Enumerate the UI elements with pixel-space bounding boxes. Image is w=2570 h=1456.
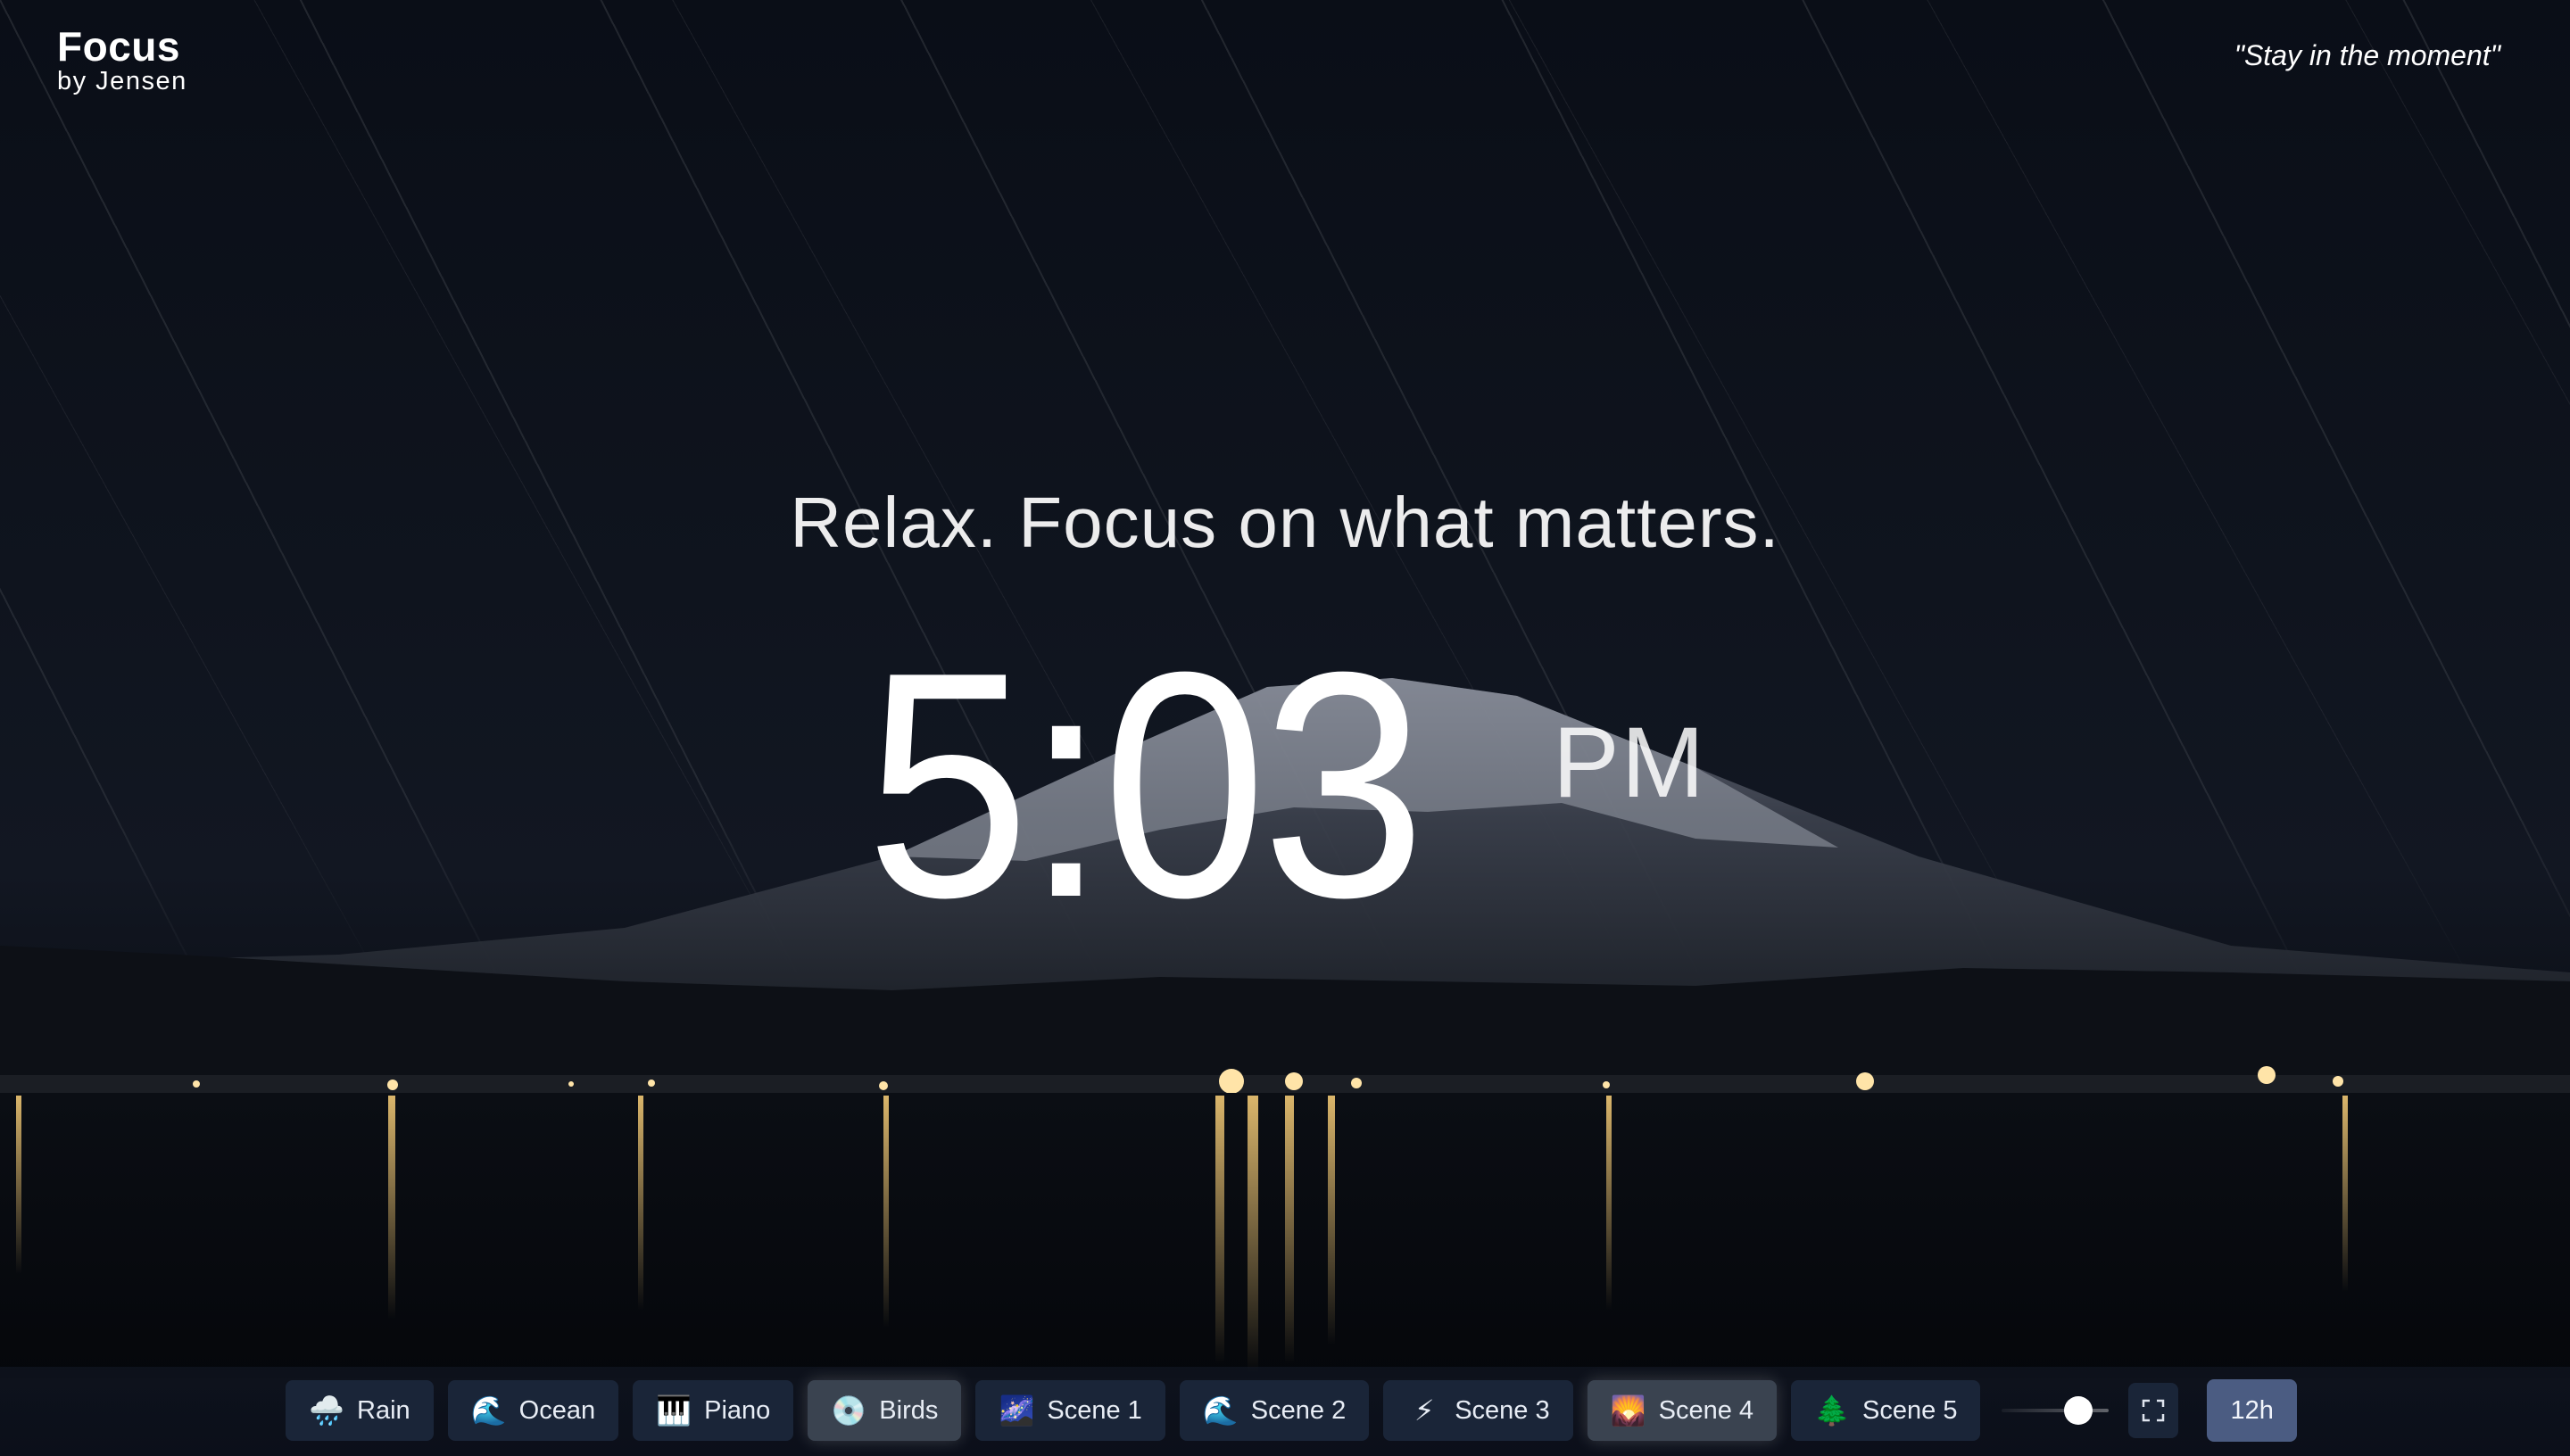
volume-slider[interactable] [2002,1379,2110,1442]
birds-button[interactable]: 💿 Birds [808,1380,962,1441]
wave-icon: 🌊 [470,1394,507,1427]
time-format-button[interactable]: 12h [2207,1379,2297,1442]
focus-app: Focus by Jensen "Stay in the moment" Rel… [0,0,2570,1456]
birds-label: Birds [879,1395,939,1425]
lightning-icon: ⚡ [1414,1394,1435,1427]
brand-subtitle: by Jensen [57,67,187,95]
night-sky-icon: 🌌 [999,1394,1035,1427]
brand-title: Focus [57,23,180,70]
scene-1-label: Scene 1 [1047,1395,1142,1425]
scene-2-button[interactable]: 🌊 Scene 2 [1179,1380,1370,1441]
brand: Focus by Jensen [57,23,187,95]
fullscreen-icon [2143,1399,2165,1422]
scene-5-label: Scene 5 [1862,1395,1958,1425]
scene-3-label: Scene 3 [1455,1395,1550,1425]
volume-knob[interactable] [2064,1396,2093,1425]
scene-1-button[interactable]: 🌌 Scene 1 [975,1380,1165,1441]
piano-icon: 🎹 [656,1394,692,1427]
rain-button[interactable]: 🌧️ Rain [286,1380,434,1441]
piano-button[interactable]: 🎹 Piano [633,1380,794,1441]
ocean-label: Ocean [518,1395,596,1425]
tree-icon: 🌲 [1814,1394,1850,1427]
ocean-button[interactable]: 🌊 Ocean [447,1380,619,1441]
scene-5-button[interactable]: 🌲 Scene 5 [1791,1380,1981,1441]
clock-time: 5:03 [866,606,1426,964]
rain-cloud-icon: 🌧️ [309,1394,344,1427]
rain-label: Rain [357,1395,410,1425]
volume-track [2002,1409,2110,1412]
scene-3-button[interactable]: ⚡ Scene 3 [1383,1380,1573,1441]
sunset-icon: 🌄 [1610,1394,1646,1427]
scene-4-label: Scene 4 [1658,1395,1754,1425]
clock-ampm: PM [1553,707,1706,818]
shoreline [0,1075,2570,1095]
clock: 5:03 PM [866,606,1704,964]
scene-2-label: Scene 2 [1250,1395,1347,1425]
scene-4-button[interactable]: 🌄 Scene 4 [1587,1380,1778,1441]
wave-icon: 🌊 [1202,1394,1239,1427]
piano-label: Piano [704,1395,771,1425]
headline: Relax. Focus on what matters. [790,483,1780,562]
disc-icon: 💿 [831,1394,867,1427]
controls-bar: 🌧️ Rain 🌊 Ocean 🎹 Piano 💿 Birds 🌌 Scene … [286,1379,2297,1442]
quote-text: "Stay in the moment" [2234,39,2500,71]
fullscreen-button[interactable] [2128,1383,2179,1438]
